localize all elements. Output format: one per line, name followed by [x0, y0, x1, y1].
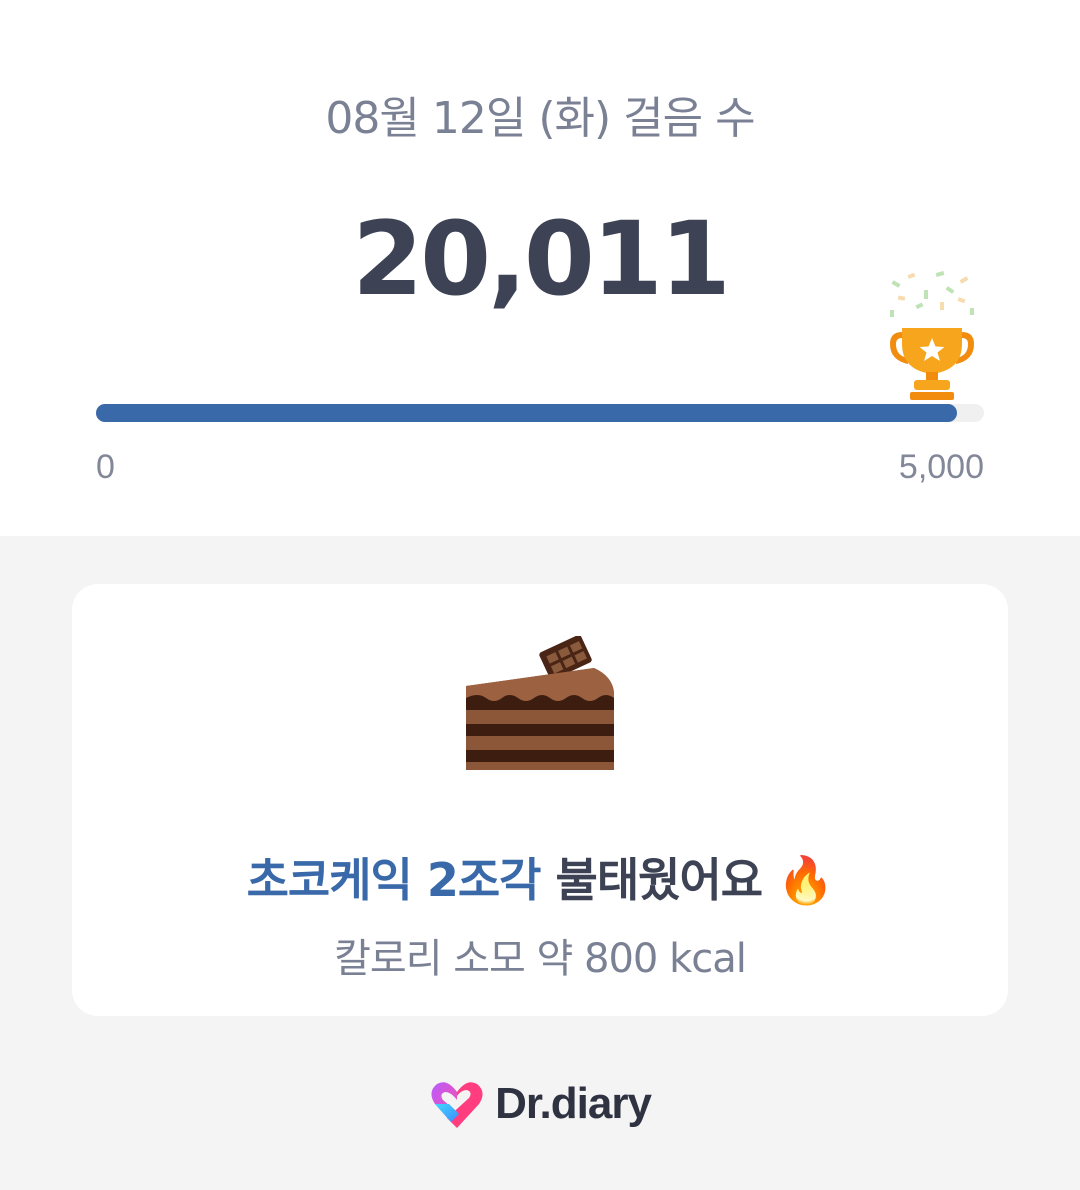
- step-summary-section: 08월 12일 (화) 걸음 수 20,011 0 5,000: [0, 0, 1080, 536]
- headline-rest: 불태웠어요: [540, 853, 778, 907]
- calorie-headline: 초코케익 2조각 불태웠어요 🔥: [72, 844, 1008, 910]
- logo-text: Dr.diary: [495, 1079, 652, 1128]
- step-progress-fill: [96, 404, 958, 422]
- progress-max-label: 5,000: [898, 448, 984, 486]
- headline-highlight: 초코케익 2조각: [246, 853, 542, 907]
- date-title: 08월 12일 (화) 걸음 수: [325, 93, 755, 144]
- step-progress-bar: [96, 404, 984, 422]
- calorie-card: 초코케익 2조각 불태웠어요 🔥 칼로리 소모 약 800 kcal: [72, 584, 1008, 1016]
- calorie-subline: 칼로리 소모 약 800 kcal: [334, 936, 747, 982]
- chocolate-cake-icon: [466, 636, 614, 770]
- app-logo: Dr.diary: [0, 1074, 1080, 1134]
- progress-min-label: 0: [96, 448, 115, 486]
- trophy-icon: [890, 271, 974, 400]
- heart-logo-icon: [431, 1082, 483, 1128]
- fire-icon: 🔥: [777, 853, 834, 907]
- confetti-icon: [890, 271, 974, 317]
